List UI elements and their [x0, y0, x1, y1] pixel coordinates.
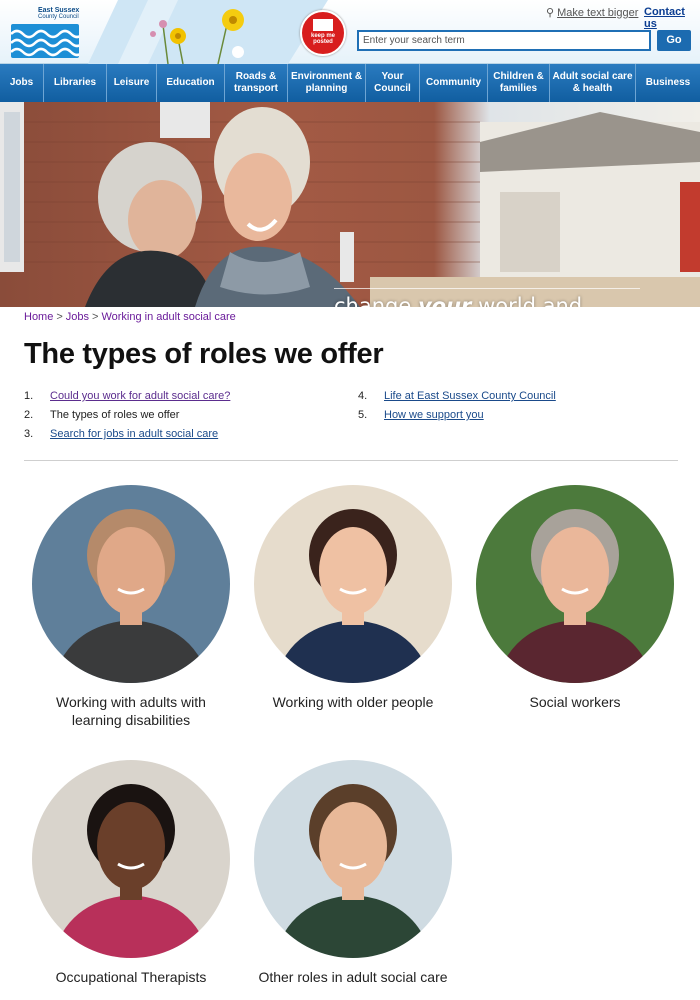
nav-item-adult-social-care-health[interactable]: Adult social care & health	[550, 64, 636, 102]
make-text-bigger-label: Make text bigger	[557, 7, 639, 19]
step-item[interactable]: 4. Life at East Sussex County Council	[358, 390, 556, 409]
role-photo[interactable]	[476, 485, 674, 683]
nav-item-education[interactable]: Education	[157, 64, 225, 102]
keep-me-posted-badge[interactable]: keep me posted	[300, 10, 346, 56]
role-caption[interactable]: Occupational Therapists	[32, 968, 230, 986]
section-divider	[24, 460, 678, 461]
main-navigation: Jobs Libraries Leisure Education Roads & tra…	[0, 64, 700, 102]
breadcrumb-separator: >	[56, 311, 63, 323]
make-text-bigger-link[interactable]: ⚲ Make text bigger	[546, 6, 638, 19]
breadcrumb-home[interactable]: Home	[24, 311, 53, 323]
hero-tagline: change your world and theirs	[334, 288, 640, 307]
waves-logo-icon	[11, 24, 79, 58]
step-number: 4.	[358, 390, 368, 402]
nav-item-environment-planning[interactable]: Environment & planning	[288, 64, 366, 102]
logo-line-1: East Sussex	[38, 7, 80, 14]
role-photo[interactable]	[32, 485, 230, 683]
nav-item-leisure[interactable]: Leisure	[107, 64, 157, 102]
role-card[interactable]: Occupational Therapists	[32, 760, 230, 986]
search-input[interactable]	[357, 30, 651, 51]
page-title: The types of roles we offer	[24, 338, 384, 370]
envelope-icon	[313, 19, 333, 31]
role-card[interactable]: Working with older people	[254, 485, 452, 711]
council-logo[interactable]: East Sussex County Council	[8, 4, 82, 60]
breadcrumb-current[interactable]: Working in adult social care	[101, 311, 235, 323]
step-link[interactable]: Search for jobs in adult social care	[50, 428, 218, 447]
nav-item-your-council[interactable]: Your Council	[366, 64, 420, 102]
role-card[interactable]: Social workers	[476, 485, 674, 711]
logo-text: East Sussex County Council	[38, 7, 79, 21]
role-caption[interactable]: Working with adults with learning disabi…	[32, 693, 230, 729]
logo-line-2: County Council	[38, 14, 79, 20]
step-item[interactable]: 1. Could you work for adult social care?	[24, 390, 230, 409]
nav-item-libraries[interactable]: Libraries	[44, 64, 107, 102]
step-current-label: The types of roles we offer	[50, 409, 180, 421]
hero-banner: change your world and theirs	[0, 102, 700, 307]
nav-item-jobs[interactable]: Jobs	[0, 64, 44, 102]
step-item[interactable]: 3. Search for jobs in adult social care	[24, 428, 230, 447]
role-caption[interactable]: Other roles in adult social care	[254, 968, 452, 986]
role-photo[interactable]	[32, 760, 230, 958]
role-card[interactable]: Other roles in adult social care	[254, 760, 452, 986]
role-card[interactable]: Working with adults with learning disabi…	[32, 485, 230, 729]
step-number: 1.	[24, 390, 34, 402]
breadcrumb-separator: >	[92, 311, 99, 323]
hero-photo	[0, 102, 700, 307]
step-number: 5.	[358, 409, 368, 421]
role-photo[interactable]	[254, 760, 452, 958]
step-number: 2.	[24, 409, 34, 421]
nav-item-community[interactable]: Community	[420, 64, 488, 102]
role-photo[interactable]	[254, 485, 452, 683]
step-item[interactable]: 5. How we support you	[358, 409, 556, 428]
breadcrumb-jobs[interactable]: Jobs	[66, 311, 89, 323]
step-item: 2. The types of roles we offer	[24, 409, 230, 428]
steps-list-left: 1. Could you work for adult social care? 2…	[24, 390, 230, 447]
breadcrumb: Home > Jobs > Working in adult social care	[24, 311, 236, 323]
magnifier-icon: ⚲	[546, 7, 555, 19]
nav-item-business[interactable]: Business	[636, 64, 700, 102]
site-header: East Sussex County Council keep me poste…	[0, 0, 700, 64]
step-link[interactable]: Could you work for adult social care?	[50, 390, 230, 409]
contact-us-link[interactable]: Contact us	[644, 6, 700, 30]
step-link[interactable]: How we support you	[384, 409, 484, 428]
flower-banner	[88, 0, 328, 64]
step-link[interactable]: Life at East Sussex County Council	[384, 390, 556, 409]
keep-posted-text: keep me posted	[310, 33, 335, 45]
role-caption[interactable]: Working with older people	[254, 693, 452, 711]
step-number: 3.	[24, 428, 34, 440]
role-caption[interactable]: Social workers	[476, 693, 674, 711]
steps-list-right: 4. Life at East Sussex County Council 5. Ho…	[358, 390, 556, 428]
nav-item-roads-transport[interactable]: Roads & transport	[225, 64, 288, 102]
nav-item-children-families[interactable]: Children & families	[488, 64, 550, 102]
search-go-button[interactable]: Go	[657, 30, 691, 51]
